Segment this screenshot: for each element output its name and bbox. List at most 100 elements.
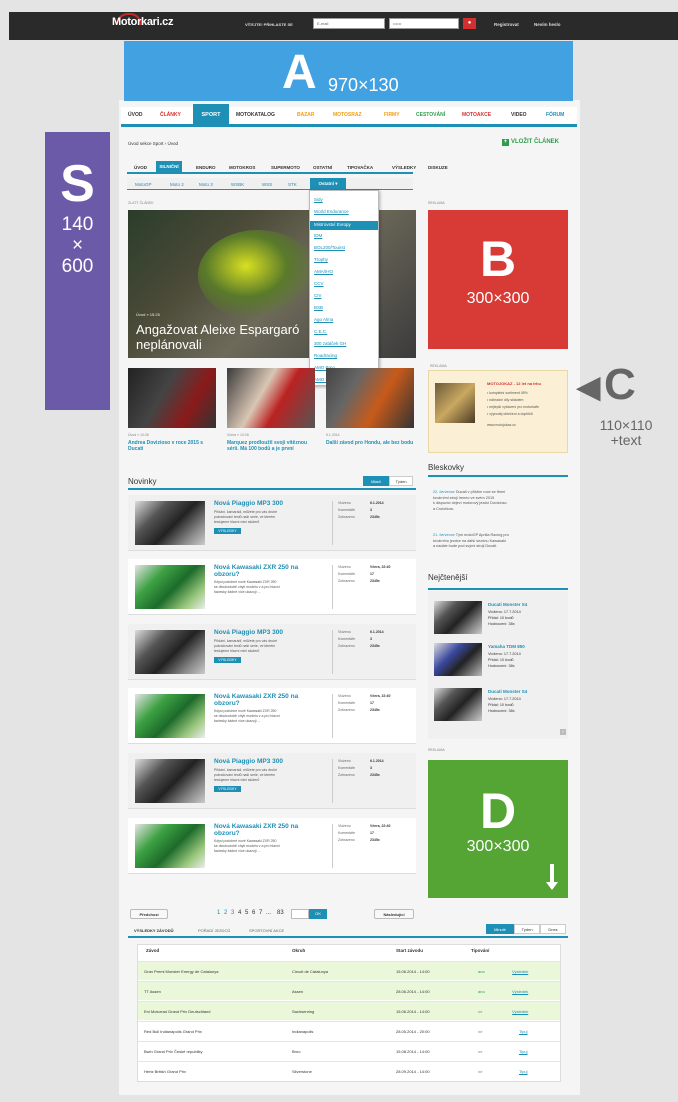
nav-firmy[interactable]: FIRMY [384, 112, 400, 118]
race-link[interactable]: Tipuj [519, 1069, 528, 1074]
page-number[interactable]: 3 [231, 910, 234, 916]
table-row[interactable]: Eni Motorrad Grand Prix Deutschland Sach… [138, 1001, 560, 1020]
category-moto2[interactable]: Moto 2 [170, 182, 184, 187]
results-filter-past[interactable]: Minulé [486, 924, 514, 934]
subnav-silnicni[interactable]: SILNIČNÍ [156, 161, 182, 173]
thumb-title[interactable]: Marquez prodloužil svoji vítěznou sérii.… [227, 440, 315, 452]
page-number[interactable]: 83 [277, 910, 284, 916]
page-number[interactable]: 6 [252, 910, 255, 916]
article-thumb-image[interactable] [128, 368, 216, 428]
banner-a[interactable]: A 970×130 [124, 41, 573, 101]
page-number[interactable]: 7 [259, 910, 262, 916]
subnav-vysledky[interactable]: VÝSLEDKY [392, 165, 416, 170]
news-item[interactable]: Nová Kawasaki ZXR 250 na obzoru? Kdysi p… [128, 688, 416, 744]
page-go-button[interactable]: OK [309, 909, 327, 919]
banner-c[interactable]: MOTOJOKAZ - 12 let na trhu • kompletní s… [428, 370, 568, 453]
most-read-item-title[interactable]: Ducati Monster S4 [488, 602, 527, 607]
dropdown-item[interactable]: IDM [314, 233, 322, 238]
news-title[interactable]: Nová Kawasaki ZXR 250 na obzoru? [214, 693, 324, 707]
password-input[interactable]: •••••• [389, 18, 459, 29]
race-link[interactable]: Tipuj [519, 1029, 528, 1034]
hero-title[interactable]: Angažovat Aleixe Espargaró neplánovali [136, 322, 299, 352]
most-read-item-title[interactable]: Yamaha TDM 850 [488, 644, 525, 649]
news-tag[interactable]: VÝSLEDKY [214, 786, 241, 792]
site-logo[interactable]: Motorkari.cz [112, 16, 174, 28]
tab-sport-events[interactable]: SPORTOVNÍ AKCE [249, 928, 284, 933]
next-page-button[interactable]: Následující [374, 909, 414, 919]
table-row[interactable]: Gran Premi Monster Energy de Catalunya C… [138, 961, 560, 980]
dropdown-item[interactable]: Sidy [314, 197, 323, 202]
breadcrumb[interactable]: Úvod sekce Sport › Úvod [128, 141, 178, 146]
table-row[interactable]: Bwin Grand Prix České republiky Brno 15.… [138, 1041, 560, 1060]
news-tab-tyden[interactable]: Týden [389, 476, 413, 486]
forgot-password-link[interactable]: Nevím heslo [534, 22, 561, 27]
nav-video[interactable]: VIDEO [511, 112, 527, 118]
category-motogp[interactable]: MotoGP [135, 182, 152, 187]
news-item[interactable]: Nová Kawasaki ZXR 250 na obzoru? Kdysi p… [128, 559, 416, 615]
tab-race-results[interactable]: VÝSLEDKY ZÁVODŮ [134, 928, 174, 933]
table-row[interactable]: TT Assen Assen 28.06.2014 - 14:00 ano Vý… [138, 981, 560, 1000]
nav-sport[interactable]: SPORT [193, 104, 229, 127]
page-number[interactable]: 4 [238, 910, 241, 916]
article-thumb-image[interactable] [227, 368, 315, 428]
nav-forum[interactable]: FÓRUM [546, 112, 564, 118]
article-thumb-image[interactable] [326, 368, 414, 428]
table-row[interactable]: Red Bull Indianapolis Grand Prix Indiana… [138, 1021, 560, 1040]
subnav-uvod[interactable]: ÚVOD [134, 165, 147, 170]
table-row[interactable]: Hertz British Grand Prix Silverstone 28.… [138, 1061, 560, 1080]
prev-page-button[interactable]: Předchozí [130, 909, 168, 919]
nav-uvod[interactable]: ÚVOD [128, 112, 142, 118]
banner-s[interactable]: S 140 × 600 [45, 132, 110, 410]
most-read-item-title[interactable]: Ducati Monster S4 [488, 689, 527, 694]
news-title[interactable]: Nová Kawasaki ZXR 250 na obzoru? [214, 823, 324, 837]
news-title[interactable]: Nová Piaggio MP3 300 [214, 758, 324, 765]
nav-cestovani[interactable]: CESTOVÁNÍ [416, 112, 445, 118]
news-item[interactable]: Nová Piaggio MP3 300 Přidáni, kamarádi, … [128, 753, 416, 809]
category-ostatni-dropdown[interactable]: Ostatní ▾ [310, 178, 346, 190]
dropdown-item[interactable]: Roadracing [314, 353, 337, 358]
dropdown-item[interactable]: 300 zatáček GH [314, 341, 346, 346]
news-item[interactable]: Nová Piaggio MP3 300 Přidáni, kamarádi, … [128, 495, 416, 551]
banner-b[interactable]: B 300×300 [428, 210, 568, 349]
more-icon[interactable]: + [560, 729, 566, 735]
news-tag[interactable]: VÝSLEDKY [214, 528, 241, 534]
nav-motosraz[interactable]: MOTOSRAZ [333, 112, 362, 118]
results-filter-today[interactable]: Dnes [540, 924, 566, 934]
race-link[interactable]: Výsledek [512, 989, 528, 994]
news-tab-mladi[interactable]: Mladí [363, 476, 389, 486]
dropdown-item[interactable]: Trophy [314, 257, 328, 262]
dropdown-item[interactable]: BSB [314, 305, 323, 310]
subnav-diskuze[interactable]: DISKUZE [428, 165, 448, 170]
nav-motoakce[interactable]: MOTOAKCE [462, 112, 491, 118]
dropdown-item[interactable]: BOL200/Touirst [314, 245, 345, 250]
thumb-title[interactable]: Andrea Dovizioso v roce 2015 s Ducati [128, 440, 216, 452]
dropdown-item[interactable]: C.E.C. [314, 329, 327, 334]
dropdown-item[interactable]: AMA/IHO [314, 269, 333, 274]
page-number[interactable]: 5 [245, 910, 248, 916]
dropdown-item[interactable]: CCV [314, 281, 324, 286]
add-article-button[interactable]: + VLOŽIT ČLÁNEK [502, 139, 559, 146]
race-link[interactable]: Výsledek [512, 969, 528, 974]
register-link[interactable]: Registrovat [494, 22, 519, 27]
login-button[interactable]: ● [463, 18, 476, 29]
dropdown-item[interactable]: World Endurance [314, 209, 349, 214]
news-item[interactable]: Nová Kawasaki ZXR 250 na obzoru? Kdysi p… [128, 818, 416, 874]
page-number[interactable]: 2 [224, 910, 227, 916]
subnav-enduro[interactable]: ENDURO [196, 165, 216, 170]
nav-bazar[interactable]: BAZAR [297, 112, 315, 118]
subnav-ostatni[interactable]: OSTATNÍ [313, 165, 332, 170]
subnav-tipovacka[interactable]: TIPOVAČKA [347, 165, 373, 170]
flash-news-item[interactable]: 21. července Tým motoGP Aprilia Racing p… [433, 533, 563, 550]
category-wsbk[interactable]: WSBK [231, 182, 244, 187]
dropdown-item[interactable]: CIV [314, 293, 322, 298]
subnav-motokros[interactable]: MOTOKROS [229, 165, 255, 170]
thumb-title[interactable]: Další závod pro Hondu, ale bez bodu [326, 440, 414, 446]
email-input[interactable]: E-mail [313, 18, 385, 29]
nav-motokatalog[interactable]: MOTOKATALOG [236, 112, 275, 118]
page-number[interactable]: 1 [217, 910, 220, 916]
subnav-supermoto[interactable]: SUPERMOTO [271, 165, 300, 170]
news-title[interactable]: Nová Piaggio MP3 300 [214, 629, 324, 636]
flash-news-item[interactable]: 22. července Ducati v příštím roce se tř… [433, 490, 563, 512]
category-stk[interactable]: STK [288, 182, 297, 187]
page-input[interactable] [291, 909, 309, 919]
